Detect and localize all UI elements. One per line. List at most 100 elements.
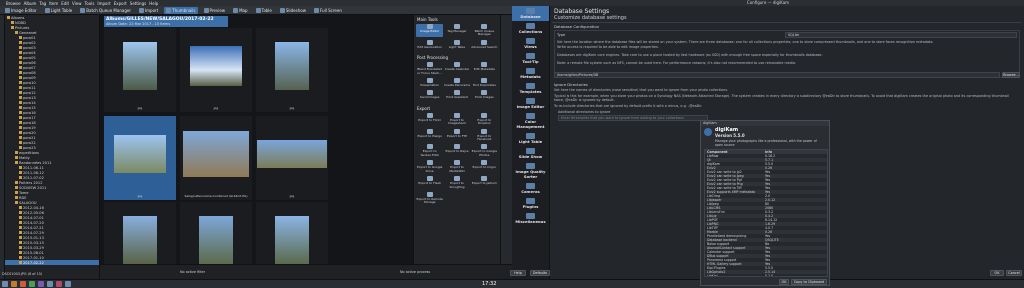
tool-button[interactable]: Export to Imgur [471,160,498,173]
tool-button[interactable]: Create Panorama [443,78,470,87]
tool-button[interactable]: Export to Piwigo [416,128,443,142]
tool-button[interactable]: Export to Yandex.Fotki [416,144,443,157]
toolbar-button[interactable]: Full Screen [312,7,344,14]
toolbar-button[interactable]: Table [254,7,274,14]
tool-button[interactable]: Print Assistant [443,90,470,99]
thumbnail-item[interactable]: jpg [256,28,328,112]
cancel-button[interactable]: Cancel [1006,270,1022,276]
settings-page-image-quality-sorter[interactable]: Image Quality Sorter [512,161,549,181]
tool-button[interactable]: Edit Geolocation [416,39,443,49]
start-menu-icon[interactable] [2,281,8,287]
settings-page-database[interactable]: Database [512,6,549,21]
settings-page-miscellaneous[interactable]: Miscellaneous [512,211,549,226]
tool-button[interactable]: Export to Facebook [471,128,498,142]
menu-item[interactable]: Album [24,1,37,6]
thumbnail-item[interactable]: SalagouPanorama-Combined (GUI4nit.PG) [180,116,252,200]
ok-button[interactable]: OK [990,270,1004,276]
settings-page-color-management[interactable]: Color Management [512,111,549,131]
thumbnail-item[interactable]: jpg [180,28,252,112]
photo-thumbnail [123,42,157,90]
tool-button[interactable]: Blend Bracketed or Focus Stack... [416,62,443,75]
settings-page-light-table[interactable]: Light Table [512,131,549,146]
tool-button[interactable]: Export to FTP [443,128,470,142]
menu-item[interactable]: Import [97,1,110,6]
settings-page-templates[interactable]: Templates [512,81,549,96]
toolbar-button[interactable]: Thumbnails [164,6,198,14]
tool-button[interactable]: Edit Metadata [471,62,498,75]
database-path-input[interactable]: /home/gilles/Pictures/DB [554,72,1000,78]
settings-page-image-editor[interactable]: Image Editor [512,96,549,111]
toolbar-button[interactable]: Map [231,7,249,14]
tool-button[interactable]: Export to Imageshack [443,112,470,126]
file-manager-icon[interactable] [11,281,17,287]
photo-thumbnail [190,46,242,86]
menu-item[interactable]: View [72,1,82,6]
copy-to-clipboard-button[interactable]: Copy to Clipboard [791,279,827,285]
menu-item[interactable]: Browse [6,1,21,6]
db-desc-4: Note: a remote file system such as NFS, … [557,61,797,65]
help-button[interactable]: Help [510,270,526,276]
menu-item[interactable]: Settings [130,1,146,6]
album-tree-item[interactable]: 2017-02-22 [5,260,99,265]
tool-button[interactable]: Export to Flickr [416,112,443,126]
menu-item[interactable]: Tools [85,1,95,6]
app-icon[interactable] [65,281,71,287]
tool-button[interactable]: Find Duplicates [471,78,498,87]
tool-button[interactable]: Advanced Search [471,39,498,49]
tool-button[interactable]: Image Editor [416,24,444,37]
thumbnail-item[interactable]: jpg [104,28,176,112]
toolbar-button[interactable]: Light Table [43,7,75,14]
album-tree[interactable]: Albums NOBD Pictures Geneanet poro01 poro02 po… [5,15,100,279]
menu-item[interactable]: Edit [61,1,69,6]
browse-button[interactable]: Browse... [1002,72,1020,78]
tool-button[interactable]: Export to Rajce [443,144,470,157]
additional-ignore-input[interactable]: Enter directories that you want to ignor… [558,115,708,121]
digikam-task-icon[interactable] [38,281,44,287]
app-icon[interactable] [47,281,53,287]
toolbar-button[interactable]: Import [137,7,160,14]
about-ok-button[interactable]: OK [779,279,789,285]
app-icon[interactable] [56,281,62,287]
tool-button[interactable]: Create Calendar [443,62,470,75]
tool-label: Create Calendar [444,67,470,72]
settings-page-slide-show[interactable]: Slide Show [512,146,549,161]
menu-item[interactable]: Item [49,1,58,6]
settings-page-collections[interactable]: Collections [512,21,549,36]
tool-button[interactable]: Presentation [416,78,443,87]
tool-button[interactable]: Print images [471,90,498,99]
tool-button[interactable]: Export to Dropbox [471,112,498,126]
tool-button[interactable]: Tag Manager [443,24,470,37]
firefox-icon[interactable] [20,281,26,287]
tool-button[interactable]: Export to Google Drive [416,160,443,173]
tool-button[interactable]: Export to MediaWiki [443,160,470,173]
menu-item[interactable]: Tag [39,1,46,6]
right-sidebar-tabs[interactable] [500,15,512,264]
settings-page-metadata[interactable]: Metadata [512,66,549,81]
album-label: poro04 [23,50,36,55]
thumbnail-item[interactable]: jpg [256,116,328,200]
defaults-button[interactable]: Defaults [530,270,550,276]
settings-page-views[interactable]: Views [512,36,549,51]
settings-page-tool-tip[interactable]: Tool-Tip [512,51,549,66]
tool-button[interactable]: Send Images [416,90,443,99]
toolbar-button[interactable]: Preview [202,7,228,14]
tool-button[interactable]: Export to Flash [416,176,443,189]
tool-button[interactable]: Light Table [443,39,470,49]
settings-page-plugins[interactable]: Plugins [512,196,549,211]
components-table[interactable]: Component Info LibRaw 0.18.2 Qt 5.7.1 digiKa… [704,149,828,277]
tool-button[interactable]: Export to Remote Storage [416,191,443,205]
menu-item[interactable]: Export [114,1,127,6]
toolbar-button[interactable]: Slideshow [278,7,308,14]
settings-page-cameras[interactable]: Cameras [512,181,549,196]
main-toolbar: Image Editor Light Table Batch Queue Manag… [0,6,512,15]
tool-button[interactable]: Batch Queue Manager [471,24,498,37]
toolbar-button[interactable]: Batch Queue Manager [78,7,133,14]
tool-button[interactable]: Export to SmugMug [443,176,470,189]
tool-button[interactable]: Export to Jalbum [471,176,498,189]
thumbnail-item[interactable]: jpg [104,116,176,200]
toolbar-button[interactable]: Image Editor [3,7,39,14]
tool-button[interactable]: Export to Google Photos [471,144,498,157]
database-type-select[interactable]: SQLite [785,32,1017,38]
terminal-icon[interactable] [29,281,35,287]
menu-item[interactable]: Help [149,1,158,6]
